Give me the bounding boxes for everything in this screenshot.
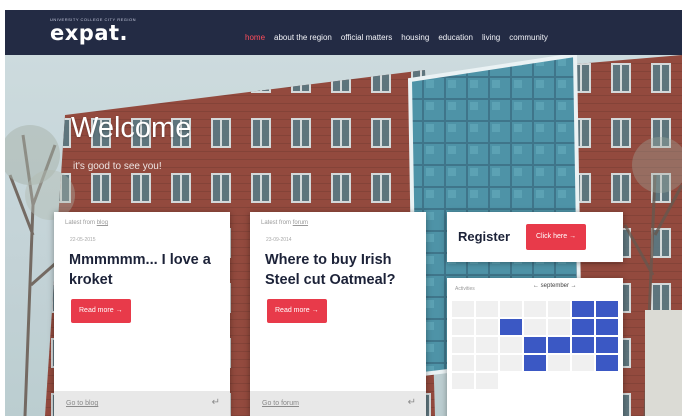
hero-title: Welcome: [71, 112, 192, 144]
calendar-day[interactable]: [451, 336, 475, 354]
return-arrow-icon[interactable]: ↵: [408, 397, 416, 408]
go-to-blog-link[interactable]: Go to blog: [66, 400, 98, 407]
calendar-day-empty: [523, 372, 547, 390]
forum-card: Latest from forum 23-09-2014 Where to bu…: [250, 212, 426, 416]
calendar-day-event[interactable]: [595, 300, 619, 318]
top-navbar: UNIVERSITY COLLEGE CITY REGION expat. ho…: [5, 10, 682, 55]
calendar-day-event[interactable]: [571, 318, 595, 336]
card-latest-label: Latest from forum: [261, 220, 308, 226]
register-card: Register Click here →: [447, 212, 623, 262]
blog-card: Latest from blog 22-05-2015 Mmmmmm... I …: [54, 212, 230, 416]
calendar-day-event[interactable]: [595, 318, 619, 336]
calendar-day-empty: [499, 372, 523, 390]
calendar-day[interactable]: [499, 300, 523, 318]
main-nav: home about the region official matters h…: [245, 33, 548, 42]
app-frame: UNIVERSITY COLLEGE CITY REGION expat. ho…: [5, 10, 682, 416]
nav-home[interactable]: home: [245, 33, 265, 42]
calendar-day-empty: [595, 372, 619, 390]
calendar-day[interactable]: [475, 354, 499, 372]
hero-subtitle: it's good to see you!: [73, 161, 162, 172]
calendar-day-event[interactable]: [499, 318, 523, 336]
calendar-day[interactable]: [451, 372, 475, 390]
calendar-month-nav[interactable]: ← september →: [533, 283, 577, 289]
card-date: 22-05-2015: [70, 237, 96, 243]
calendar-day[interactable]: [547, 300, 571, 318]
calendar-day[interactable]: [547, 318, 571, 336]
latest-prefix: Latest from: [65, 220, 96, 226]
calendar-grid: [451, 300, 619, 390]
calendar-day[interactable]: [523, 300, 547, 318]
site-logo[interactable]: UNIVERSITY COLLEGE CITY REGION expat.: [50, 17, 136, 44]
calendar-day-event[interactable]: [547, 336, 571, 354]
go-to-forum-link[interactable]: Go to forum: [262, 400, 299, 407]
activities-calendar: Activities ← september →: [447, 278, 623, 416]
register-label: Register: [458, 229, 511, 244]
read-more-button[interactable]: Read more →: [71, 299, 131, 323]
card-title[interactable]: Where to buy Irish Steel cut Oatmeal?: [265, 250, 425, 290]
calendar-day[interactable]: [475, 372, 499, 390]
card-title[interactable]: Mmmmmm... I love a kroket: [69, 250, 229, 290]
calendar-day-event[interactable]: [523, 336, 547, 354]
nav-community[interactable]: community: [509, 33, 548, 42]
calendar-day[interactable]: [499, 354, 523, 372]
nav-official-matters[interactable]: official matters: [341, 33, 392, 42]
latest-prefix: Latest from: [261, 220, 292, 226]
return-arrow-icon[interactable]: ↵: [212, 397, 220, 408]
card-latest-label: Latest from blog: [65, 220, 108, 226]
calendar-day-event[interactable]: [571, 300, 595, 318]
calendar-day-empty: [547, 372, 571, 390]
calendar-day[interactable]: [475, 336, 499, 354]
read-more-button[interactable]: Read more →: [267, 299, 327, 323]
calendar-day[interactable]: [499, 336, 523, 354]
calendar-day[interactable]: [523, 318, 547, 336]
calendar-day-empty: [571, 372, 595, 390]
latest-source-link[interactable]: forum: [293, 220, 308, 226]
calendar-header: Activities ← september →: [447, 278, 623, 298]
card-date: 23-09-2014: [266, 237, 292, 243]
card-footer: Go to blog ↵: [54, 391, 230, 416]
logo-text: expat.: [50, 21, 129, 45]
calendar-day[interactable]: [451, 300, 475, 318]
calendar-day-event[interactable]: [523, 354, 547, 372]
calendar-day[interactable]: [547, 354, 571, 372]
calendar-day[interactable]: [451, 318, 475, 336]
calendar-day[interactable]: [451, 354, 475, 372]
calendar-day[interactable]: [475, 318, 499, 336]
nav-living[interactable]: living: [482, 33, 500, 42]
calendar-day[interactable]: [475, 300, 499, 318]
nav-housing[interactable]: housing: [401, 33, 429, 42]
latest-source-link[interactable]: blog: [97, 220, 108, 226]
nav-education[interactable]: education: [438, 33, 473, 42]
calendar-day[interactable]: [571, 354, 595, 372]
calendar-label: Activities: [455, 286, 475, 292]
calendar-day-event[interactable]: [595, 354, 619, 372]
nav-about-region[interactable]: about the region: [274, 33, 332, 42]
calendar-day-event[interactable]: [595, 336, 619, 354]
register-click-here-button[interactable]: Click here →: [526, 224, 587, 250]
card-footer: Go to forum ↵: [250, 391, 426, 416]
calendar-day-event[interactable]: [571, 336, 595, 354]
